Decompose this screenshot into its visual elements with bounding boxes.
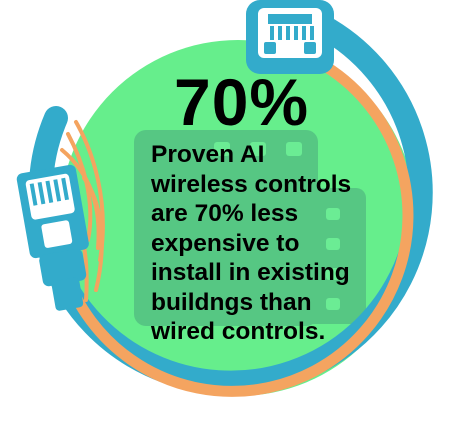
- stat-percentage: 70%: [174, 65, 310, 139]
- description-line: are 70% less: [151, 200, 299, 227]
- description-line: install in existing: [151, 259, 350, 286]
- description-line: buildngs than: [151, 288, 312, 316]
- description-line: wired controls.: [151, 318, 326, 345]
- ethernet-port-icon: [246, 0, 334, 74]
- description-line: expensive to: [151, 229, 300, 257]
- description-text: Proven AI wireless controls are 70% less…: [151, 140, 361, 347]
- description-line: Proven AI: [151, 141, 265, 168]
- description-line: wireless controls: [151, 170, 352, 198]
